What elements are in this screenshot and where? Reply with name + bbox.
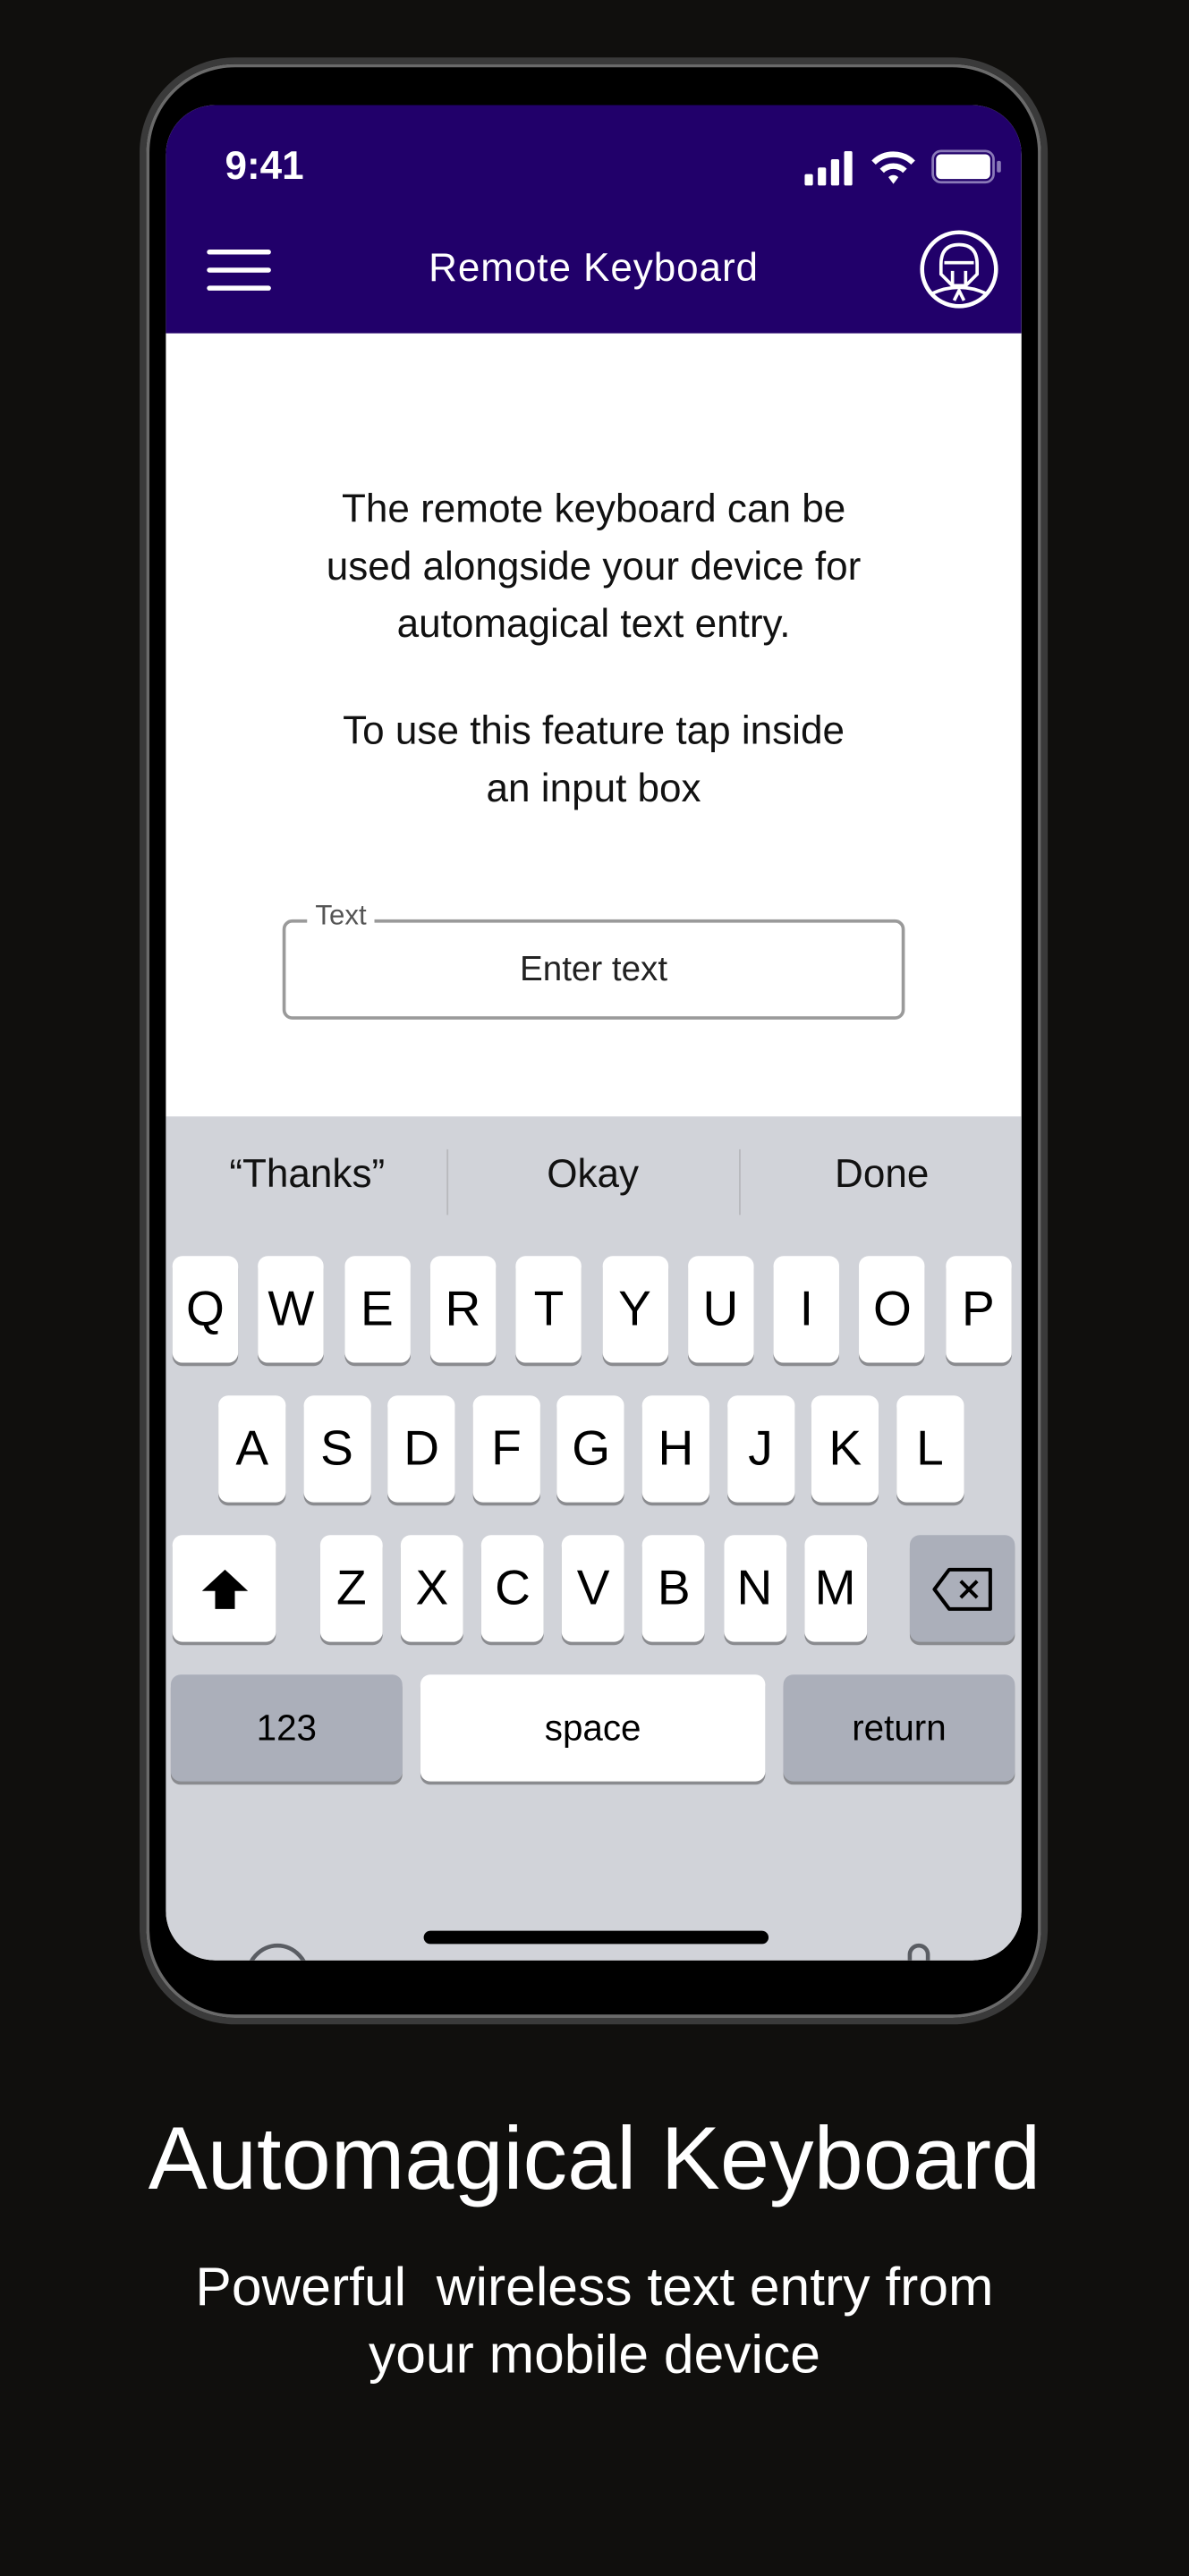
key-g[interactable]: G [556, 1395, 625, 1503]
key-n[interactable]: N [723, 1535, 786, 1642]
suggestion-divider [739, 1148, 741, 1216]
intro-text: The remote keyboard can be used alongsid… [166, 481, 1021, 654]
suggestion-okay[interactable]: Okay [454, 1153, 733, 1199]
key-b[interactable]: B [642, 1535, 706, 1642]
status-time: 9:41 [225, 144, 304, 190]
suggestion-done[interactable]: Done [743, 1153, 1022, 1199]
suggestion-divider [446, 1148, 449, 1216]
instruction-line: To use this feature tap inside [343, 708, 845, 754]
text-input-label: Text [307, 899, 375, 933]
space-key[interactable]: space [420, 1674, 766, 1782]
return-key[interactable]: return [783, 1674, 1015, 1782]
key-d[interactable]: D [387, 1395, 455, 1503]
key-l[interactable]: L [896, 1395, 964, 1503]
key-u[interactable]: U [687, 1256, 754, 1363]
microphone-icon[interactable] [894, 1943, 947, 1961]
key-w[interactable]: W [258, 1256, 325, 1363]
key-e[interactable]: E [344, 1256, 411, 1363]
key-x[interactable]: X [401, 1535, 463, 1642]
key-m[interactable]: M [803, 1535, 867, 1642]
key-c[interactable]: C [481, 1535, 544, 1642]
helmet-logo-icon[interactable] [918, 228, 1000, 310]
instruction-text: To use this feature tap inside an input … [166, 703, 1021, 818]
intro-line: automagical text entry. [396, 602, 791, 648]
text-input[interactable]: Enter text [282, 919, 905, 1020]
key-i[interactable]: I [773, 1256, 840, 1363]
promo-stage: 9:41 Remote Keyboard The remote keyboard… [0, 0, 1189, 2576]
keyboard: “Thanks” Okay Done QWERTYUIOP ASDFGHJKL ZX… [166, 1116, 1022, 1961]
subtitle-line: your mobile device [368, 2323, 820, 2385]
key-f[interactable]: F [472, 1395, 540, 1503]
emoji-icon[interactable] [242, 1943, 314, 1961]
app-header: 9:41 Remote Keyboard [166, 105, 1022, 334]
main-content: The remote keyboard can be used alongsid… [166, 334, 1021, 1117]
intro-line: used alongside your device for [326, 545, 862, 589]
key-h[interactable]: H [641, 1395, 709, 1503]
key-k[interactable]: K [811, 1395, 879, 1503]
key-q[interactable]: Q [172, 1256, 239, 1363]
key-y[interactable]: Y [601, 1256, 668, 1363]
key-t[interactable]: T [515, 1256, 582, 1363]
delete-key[interactable] [909, 1535, 1015, 1642]
key-o[interactable]: O [859, 1256, 926, 1363]
phone-screen: 9:41 Remote Keyboard The remote keyboard… [166, 105, 1022, 1961]
delete-icon [932, 1567, 992, 1611]
subtitle-line: Powerful wireless text entry from [195, 2256, 994, 2318]
page-title: Remote Keyboard [429, 246, 759, 291]
key-j[interactable]: J [726, 1395, 794, 1503]
battery-icon [931, 149, 1001, 184]
suggestion-thanks[interactable]: “Thanks” [167, 1153, 446, 1199]
key-z[interactable]: Z [319, 1535, 383, 1642]
shift-icon [200, 1569, 248, 1609]
key-r[interactable]: R [429, 1256, 497, 1363]
promo-headline: Automagical Keyboard [148, 2109, 1041, 2208]
signal-icon [804, 150, 853, 186]
key-p[interactable]: P [945, 1256, 1012, 1363]
numbers-key[interactable]: 123 [170, 1674, 403, 1782]
text-input-placeholder: Enter text [520, 950, 668, 989]
intro-line: The remote keyboard can be [341, 487, 846, 532]
home-indicator[interactable] [423, 1930, 769, 1945]
key-s[interactable]: S [302, 1395, 371, 1503]
promo-subtitle: Powerful wireless text entry from your m… [0, 2252, 1189, 2387]
key-v[interactable]: V [562, 1535, 625, 1642]
instruction-line: an input box [486, 767, 701, 811]
wifi-icon [871, 151, 915, 184]
shift-key[interactable] [172, 1535, 276, 1642]
key-a[interactable]: A [218, 1395, 286, 1503]
